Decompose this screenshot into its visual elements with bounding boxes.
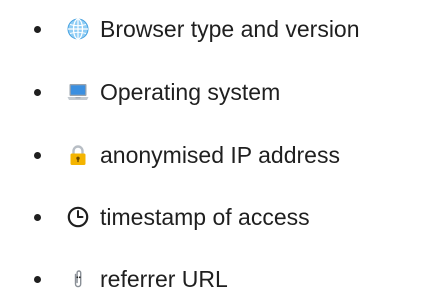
- paperclip-icon: [74, 270, 82, 288]
- lock-icon: [70, 145, 86, 165]
- laptop-icon: [67, 84, 89, 100]
- list-item-label: Operating system: [100, 79, 281, 105]
- bullet: [34, 26, 41, 33]
- bullet: [34, 214, 41, 221]
- bullet: [34, 276, 41, 283]
- bullet: [34, 89, 41, 96]
- bullet: [34, 152, 41, 159]
- list-item-label: referrer URL: [100, 266, 228, 292]
- list-item-label: Browser type and version: [100, 16, 360, 42]
- list-item-label: timestamp of access: [100, 204, 310, 230]
- data-collected-list: Browser type and version Operating syste…: [0, 0, 428, 307]
- globe-icon: [67, 18, 89, 40]
- clock-icon: [67, 206, 89, 228]
- list-item-label: anonymised IP address: [100, 142, 340, 168]
